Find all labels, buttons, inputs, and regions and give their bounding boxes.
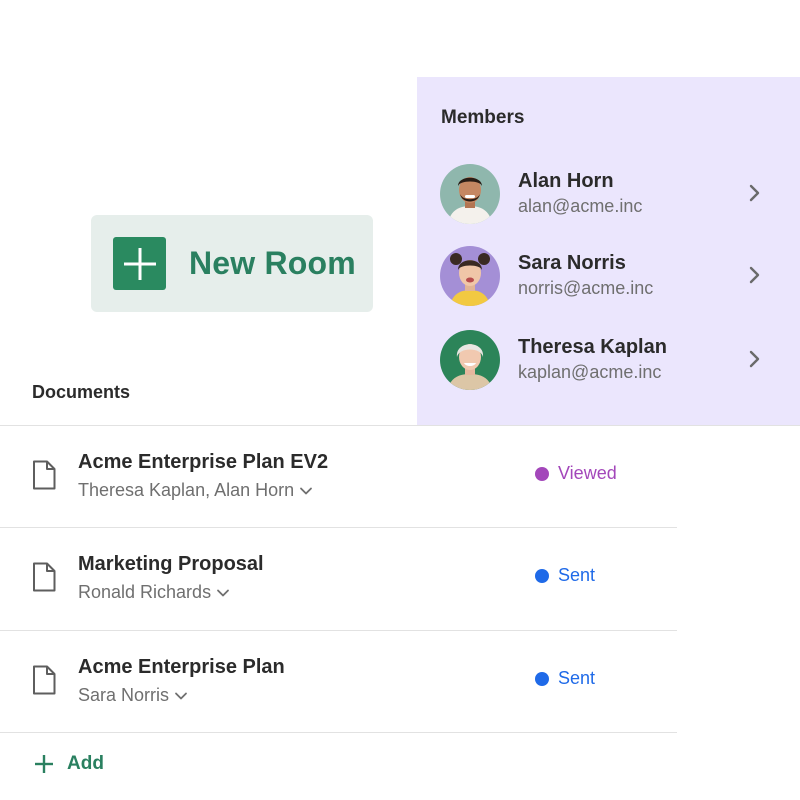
- add-label: Add: [67, 753, 104, 774]
- document-icon: [33, 562, 56, 592]
- add-document-button[interactable]: Add: [34, 753, 104, 775]
- status-badge: Sent: [535, 565, 595, 586]
- member-email: norris@acme.inc: [518, 278, 654, 298]
- chevron-down-icon: [217, 589, 229, 596]
- member-name: Alan Horn: [518, 170, 614, 192]
- status-label: Sent: [558, 565, 596, 585]
- divider: [0, 732, 677, 733]
- document-title: Acme Enterprise Plan EV2: [78, 451, 329, 473]
- member-email: kaplan@acme.inc: [518, 362, 662, 382]
- chevron-right-icon: [749, 266, 760, 284]
- document-recipients: Ronald Richards: [78, 582, 212, 602]
- document-icon: [33, 460, 56, 490]
- member-item-sara-norris[interactable]: Sara Norris norris@acme.inc: [417, 246, 800, 316]
- chevron-right-icon: [749, 350, 760, 368]
- members-title: Members: [441, 107, 525, 128]
- new-room-button[interactable]: New Room: [91, 215, 373, 312]
- plus-icon: [35, 755, 53, 773]
- avatar: [440, 330, 500, 390]
- status-label: Viewed: [558, 463, 617, 483]
- document-recipients: Theresa Kaplan, Alan Horn: [78, 480, 295, 500]
- members-panel: Members Alan Horn alan@acme.inc Sara Nor…: [417, 77, 800, 425]
- chevron-down-icon: [175, 692, 187, 699]
- document-recipients: Sara Norris: [78, 685, 170, 705]
- document-row-acme-enterprise-plan[interactable]: Acme Enterprise Plan Sara Norris Sent: [0, 630, 677, 732]
- status-label: Sent: [558, 668, 596, 688]
- chevron-down-icon: [300, 487, 313, 494]
- document-icon: [33, 665, 56, 695]
- document-recipients-dropdown[interactable]: Sara Norris: [78, 685, 188, 706]
- chevron-right-icon: [749, 184, 760, 202]
- status-badge: Viewed: [535, 463, 617, 484]
- document-recipients-dropdown[interactable]: Theresa Kaplan, Alan Horn: [78, 480, 313, 501]
- avatar: [440, 164, 500, 224]
- member-item-theresa-kaplan[interactable]: Theresa Kaplan kaplan@acme.inc: [417, 330, 800, 400]
- document-recipients-dropdown[interactable]: Ronald Richards: [78, 582, 230, 603]
- member-name: Sara Norris: [518, 252, 626, 274]
- document-title: Acme Enterprise Plan: [78, 656, 285, 678]
- new-room-label: New Room: [189, 245, 356, 281]
- status-dot: [535, 568, 549, 583]
- avatar: [440, 246, 500, 306]
- member-name: Theresa Kaplan: [518, 336, 667, 358]
- member-item-alan-horn[interactable]: Alan Horn alan@acme.inc: [417, 164, 800, 234]
- document-title: Marketing Proposal: [78, 553, 264, 575]
- status-badge: Sent: [535, 668, 595, 689]
- document-row-acme-enterprise-plan-ev2[interactable]: Acme Enterprise Plan EV2 Theresa Kaplan,…: [0, 425, 677, 527]
- status-dot: [535, 466, 549, 481]
- plus-icon: [113, 237, 166, 290]
- document-row-marketing-proposal[interactable]: Marketing Proposal Ronald Richards Sent: [0, 527, 677, 629]
- documents-heading: Documents: [32, 382, 131, 402]
- status-dot: [535, 671, 549, 686]
- member-email: alan@acme.inc: [518, 196, 643, 216]
